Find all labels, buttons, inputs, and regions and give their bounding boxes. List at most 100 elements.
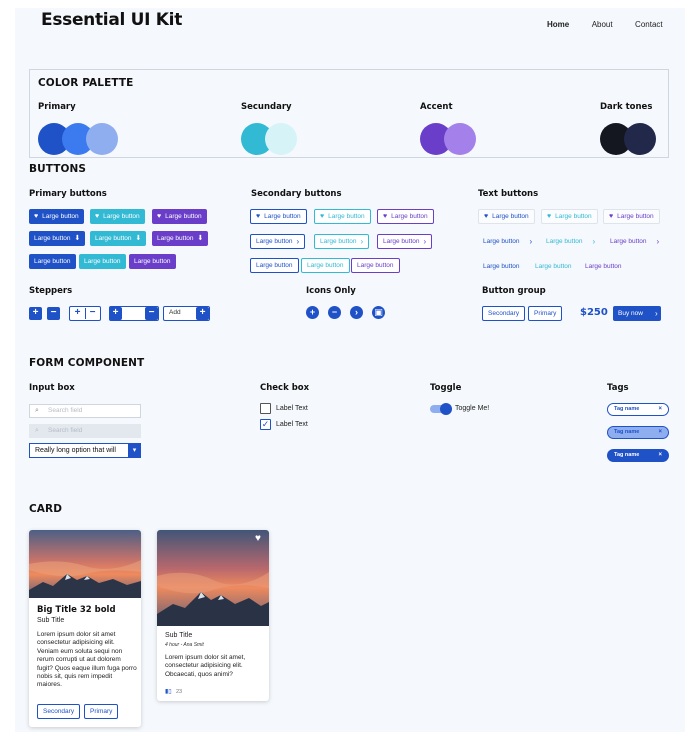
nav-home-link[interactable]: Home xyxy=(547,20,569,29)
primary-heart-button-cyan[interactable]: ♥ Large button xyxy=(90,209,145,224)
palette-primary-label: Primary xyxy=(38,102,76,112)
primary-download-button-blue[interactable]: Large button ⬇ xyxy=(29,231,86,246)
heart-icon: ♥ xyxy=(320,213,325,220)
tag-filled[interactable]: Tag name × xyxy=(607,449,669,462)
close-icon[interactable]: × xyxy=(658,404,662,415)
checkbox-unchecked[interactable] xyxy=(260,403,271,414)
secondary-chevron-button-blue[interactable]: Large button › xyxy=(250,234,306,249)
secondary-button-cyan[interactable]: Large button xyxy=(301,258,350,273)
stepper2-minus-button[interactable]: − xyxy=(86,307,99,320)
tag-light[interactable]: Tag name × xyxy=(607,426,669,439)
group-secondary-button[interactable]: Secondary xyxy=(482,306,526,321)
nav-about-link[interactable]: About xyxy=(592,20,613,29)
secondary-chevron-button-cyan[interactable]: Large button › xyxy=(314,234,370,249)
chevron-right-icon: › xyxy=(529,236,533,246)
text-heart-button-blue[interactable]: ♥ Large button xyxy=(478,209,535,224)
steppers-title: Steppers xyxy=(29,286,73,296)
secondary-heart-button-cyan[interactable]: ♥ Large button xyxy=(314,209,371,224)
primary-button-purple[interactable]: Large button xyxy=(129,254,176,269)
stepper1-plus-button[interactable]: + xyxy=(29,307,42,320)
text-chevron-button-purple[interactable]: Large button › xyxy=(605,234,664,249)
chevron-right-icon: › xyxy=(296,236,300,246)
close-icon[interactable]: × xyxy=(658,427,662,438)
color-palette-panel: COLOR PALETTE Primary Secundary Accent D… xyxy=(29,69,669,158)
tags-title: Tags xyxy=(607,383,629,393)
secondary-heart-button-purple[interactable]: ♥ Large button xyxy=(377,209,434,224)
text-chevron-button-blue[interactable]: Large button › xyxy=(478,234,537,249)
card-subtitle: Sub Title xyxy=(165,632,193,639)
toggle-knob[interactable] xyxy=(440,403,452,415)
primary-download-button-purple[interactable]: Large button ⬇ xyxy=(152,231,209,246)
primary-heart-button-blue[interactable]: ♥ Large button xyxy=(29,209,84,224)
palette-dark-label: Dark tones xyxy=(600,102,653,112)
secondary-heart-button-blue[interactable]: ♥ Large button xyxy=(250,209,307,224)
secondary-button-blue[interactable]: Large button xyxy=(250,258,299,273)
swatch-accent-light xyxy=(444,123,476,155)
palette-title: COLOR PALETTE xyxy=(38,77,134,89)
text-heart-button-purple[interactable]: ♥ Large button xyxy=(603,209,660,224)
primary-heart-button-purple[interactable]: ♥ Large button xyxy=(152,209,207,224)
option-select[interactable]: Really long option that will xyxy=(29,443,129,458)
stepper1-minus-button[interactable]: − xyxy=(47,307,60,320)
close-icon[interactable]: × xyxy=(658,450,662,461)
primary-button-blue[interactable]: Large button xyxy=(29,254,76,269)
toggle-title: Toggle xyxy=(430,383,462,393)
minus-circle-icon[interactable]: − xyxy=(328,306,341,319)
text-button-purple[interactable]: Large button xyxy=(580,259,627,274)
card-secondary-button[interactable]: Secondary xyxy=(37,704,81,719)
card-body-text: Lorem ipsum dolor sit amet consectetur a… xyxy=(37,631,137,689)
secondary-chevron-button-purple[interactable]: Large button › xyxy=(377,234,433,249)
card-primary-button[interactable]: Primary xyxy=(84,704,119,719)
input-box-title: Input box xyxy=(29,383,75,393)
heart-icon: ♥ xyxy=(609,213,614,220)
nav-contact-link[interactable]: Contact xyxy=(635,20,663,29)
mountain-sunset-image xyxy=(157,530,269,626)
chevron-down-icon[interactable]: ▾ xyxy=(128,443,141,458)
buy-now-button[interactable]: Buy now › xyxy=(613,306,661,321)
card-1: Big Title 32 bold Sub Title Lorem ipsum … xyxy=(29,530,141,727)
heart-icon: ♥ xyxy=(547,213,552,220)
group-primary-button[interactable]: Primary xyxy=(528,306,563,321)
secondary-button-purple[interactable]: Large button xyxy=(351,258,400,273)
stepper3-value-field[interactable] xyxy=(124,308,142,319)
text-chevron-button-cyan[interactable]: Large button › xyxy=(541,234,600,249)
stepper2-plus-button[interactable]: + xyxy=(71,307,84,320)
card-body-text: Lorem ipsum dolor sit amet, consectetur … xyxy=(165,654,246,678)
stepper3-plus-button[interactable]: + xyxy=(109,307,122,320)
buttons-section-title: BUTTONS xyxy=(29,163,87,175)
stepper3-minus-button[interactable]: − xyxy=(145,307,158,320)
primary-buttons-title: Primary buttons xyxy=(29,189,107,199)
stepper4-plus-button[interactable]: + xyxy=(196,307,209,320)
card-title: Big Title 32 bold xyxy=(37,605,116,615)
checkbox-checked[interactable]: ✓ xyxy=(260,419,271,430)
text-button-cyan[interactable]: Large button xyxy=(530,259,577,274)
tag-outline[interactable]: Tag name × xyxy=(607,403,669,416)
form-section-title: FORM COMPONENT xyxy=(29,357,145,369)
download-icon: ⬇ xyxy=(197,235,204,242)
search-input-disabled: ⌕ Search field xyxy=(29,424,141,438)
chevron-right-icon: › xyxy=(423,236,427,246)
chevron-right-icon: › xyxy=(360,236,364,246)
swatch-primary-light xyxy=(86,123,118,155)
heart-icon: ♥ xyxy=(484,213,489,220)
primary-download-button-cyan[interactable]: Large button ⬇ xyxy=(90,231,147,246)
text-button-blue[interactable]: Large button xyxy=(478,259,525,274)
like-icon[interactable]: ▮▯ xyxy=(165,688,172,695)
card-section-title: CARD xyxy=(29,503,63,515)
secondary-buttons-title: Secondary buttons xyxy=(251,189,342,199)
checkbox-label: Label Text xyxy=(276,421,308,428)
plus-circle-icon[interactable]: + xyxy=(306,306,319,319)
search-icon: ⌕ xyxy=(35,407,39,414)
search-input[interactable]: ⌕ Search field xyxy=(29,404,141,418)
primary-button-cyan[interactable]: Large button xyxy=(79,254,126,269)
download-icon: ⬇ xyxy=(74,235,81,242)
price-label: $250 xyxy=(580,307,608,318)
chevron-right-circle-icon[interactable]: › xyxy=(350,306,363,319)
button-group-title: Button group xyxy=(482,286,546,296)
palette-secondary-label: Secundary xyxy=(241,102,292,112)
palette-accent-label: Accent xyxy=(420,102,453,112)
heart-icon: ♥ xyxy=(34,213,39,220)
text-heart-button-cyan[interactable]: ♥ Large button xyxy=(541,209,598,224)
heart-icon[interactable]: ♥ xyxy=(255,533,261,544)
cart-circle-icon[interactable]: ▣ xyxy=(372,306,385,319)
